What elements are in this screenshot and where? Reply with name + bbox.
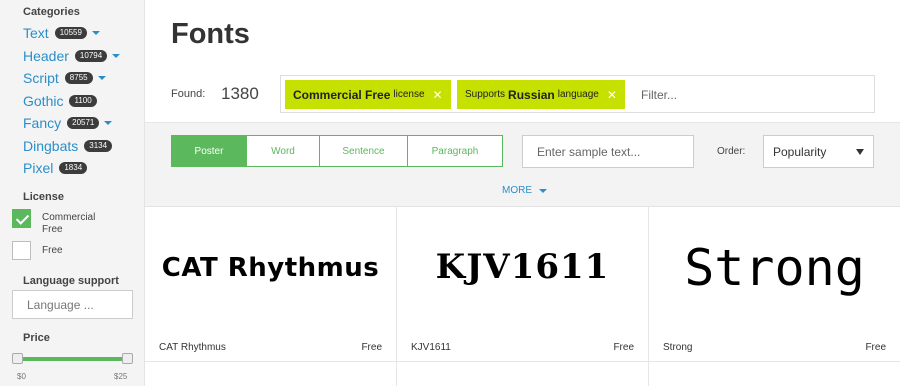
more-bar: MORE bbox=[145, 177, 900, 207]
order-select[interactable]: Popularity bbox=[763, 135, 874, 168]
more-label: MORE bbox=[502, 185, 532, 196]
category-count-badge: 3134 bbox=[84, 140, 113, 152]
font-price: Free bbox=[865, 342, 886, 353]
category-fancy[interactable]: Fancy 20571 bbox=[23, 114, 113, 132]
category-gothic[interactable]: Gothic 1100 bbox=[23, 92, 97, 110]
filter-box[interactable]: Commercial Free license ✕ Supports Russi… bbox=[280, 75, 875, 113]
price-max-label: $25 bbox=[114, 372, 128, 381]
triangle-down-icon bbox=[856, 149, 864, 155]
order-label: Order: bbox=[717, 146, 746, 157]
language-support-title: Language support bbox=[23, 275, 119, 287]
category-label: Gothic bbox=[23, 93, 64, 109]
category-header[interactable]: Header 10794 bbox=[23, 47, 121, 65]
font-card-kjv1611[interactable]: KJV1611 KJV1611 Free bbox=[397, 207, 649, 362]
filter-chip-license[interactable]: Commercial Free license ✕ bbox=[285, 80, 451, 109]
commercial-free-checkbox[interactable] bbox=[12, 209, 31, 228]
category-script[interactable]: Script 8755 bbox=[23, 69, 106, 87]
price-slider-track bbox=[18, 357, 127, 361]
chip-bold-text: Russian bbox=[508, 87, 555, 102]
categories-title: Categories bbox=[23, 6, 80, 18]
font-preview[interactable]: KJV1611 bbox=[397, 247, 648, 287]
category-label: Pixel bbox=[23, 160, 54, 176]
category-label: Dingbats bbox=[23, 138, 79, 154]
mode-paragraph-button[interactable]: Paragraph bbox=[407, 135, 503, 167]
mode-poster-button[interactable]: Poster bbox=[171, 135, 247, 167]
mode-sentence-button[interactable]: Sentence bbox=[319, 135, 408, 167]
more-toggle[interactable]: MORE bbox=[502, 185, 547, 196]
close-icon[interactable]: ✕ bbox=[433, 88, 443, 102]
category-count-badge: 10794 bbox=[74, 50, 108, 62]
font-name[interactable]: CAT Rhythmus bbox=[159, 342, 226, 353]
font-name[interactable]: KJV1611 bbox=[411, 342, 451, 353]
category-label: Script bbox=[23, 70, 59, 86]
font-card-next bbox=[397, 362, 649, 386]
close-icon[interactable]: ✕ bbox=[607, 88, 617, 102]
page-title: Fonts bbox=[171, 18, 250, 50]
category-label: Text bbox=[23, 25, 49, 41]
font-preview[interactable]: CAT Rhythmus bbox=[145, 253, 396, 283]
chip-text: Supports bbox=[465, 89, 506, 100]
category-label: Fancy bbox=[23, 115, 62, 131]
chip-bold-text: Commercial Free bbox=[293, 87, 391, 102]
commercial-free-label[interactable]: Commercial Free bbox=[42, 212, 112, 236]
price-min-label: $0 bbox=[17, 372, 26, 381]
found-count: 1380 bbox=[221, 84, 259, 103]
chip-text: language bbox=[557, 89, 599, 100]
font-card-next bbox=[145, 362, 397, 386]
sidebar: Categories Text 10559 Header 10794 Scrip… bbox=[0, 0, 145, 386]
category-count-badge: 1834 bbox=[59, 162, 88, 174]
font-card-cat-rhythmus[interactable]: CAT Rhythmus CAT Rhythmus Free bbox=[145, 207, 397, 362]
filter-input[interactable] bbox=[641, 84, 861, 105]
mode-word-button[interactable]: Word bbox=[246, 135, 320, 167]
price-min-handle[interactable] bbox=[12, 353, 23, 364]
caret-down-icon[interactable] bbox=[104, 121, 113, 125]
font-card-strong[interactable]: Strong Strong Free bbox=[649, 207, 900, 362]
category-label: Header bbox=[23, 48, 69, 64]
found-label: Found: bbox=[171, 88, 206, 100]
language-input[interactable] bbox=[12, 290, 133, 319]
category-text[interactable]: Text 10559 bbox=[23, 24, 100, 42]
font-card-next bbox=[649, 362, 900, 386]
price-max-handle[interactable] bbox=[122, 353, 133, 364]
font-price: Free bbox=[361, 342, 382, 353]
font-price: Free bbox=[613, 342, 634, 353]
font-name[interactable]: Strong bbox=[663, 342, 692, 353]
caret-down-icon[interactable] bbox=[112, 54, 121, 58]
preview-toolbar: Poster Word Sentence Paragraph Order: Po… bbox=[145, 122, 900, 177]
free-checkbox[interactable] bbox=[12, 241, 31, 260]
filter-chip-language[interactable]: Supports Russian language ✕ bbox=[457, 80, 625, 109]
category-count-badge: 20571 bbox=[67, 117, 100, 129]
order-value: Popularity bbox=[773, 144, 827, 159]
caret-down-icon[interactable] bbox=[97, 76, 106, 80]
caret-down-icon bbox=[539, 188, 547, 193]
category-count-badge: 8755 bbox=[64, 72, 93, 84]
license-title: License bbox=[23, 191, 64, 203]
price-slider[interactable] bbox=[12, 353, 133, 364]
font-preview[interactable]: Strong bbox=[649, 239, 900, 297]
chip-text: license bbox=[393, 89, 425, 100]
sample-text-input[interactable] bbox=[522, 135, 694, 168]
caret-down-icon[interactable] bbox=[91, 31, 100, 35]
category-dingbats[interactable]: Dingbats 3134 bbox=[23, 137, 113, 155]
free-label[interactable]: Free bbox=[42, 245, 112, 257]
category-count-badge: 10559 bbox=[54, 27, 87, 39]
price-title: Price bbox=[23, 332, 50, 344]
category-count-badge: 1100 bbox=[69, 95, 97, 107]
category-pixel[interactable]: Pixel 1834 bbox=[23, 159, 88, 177]
